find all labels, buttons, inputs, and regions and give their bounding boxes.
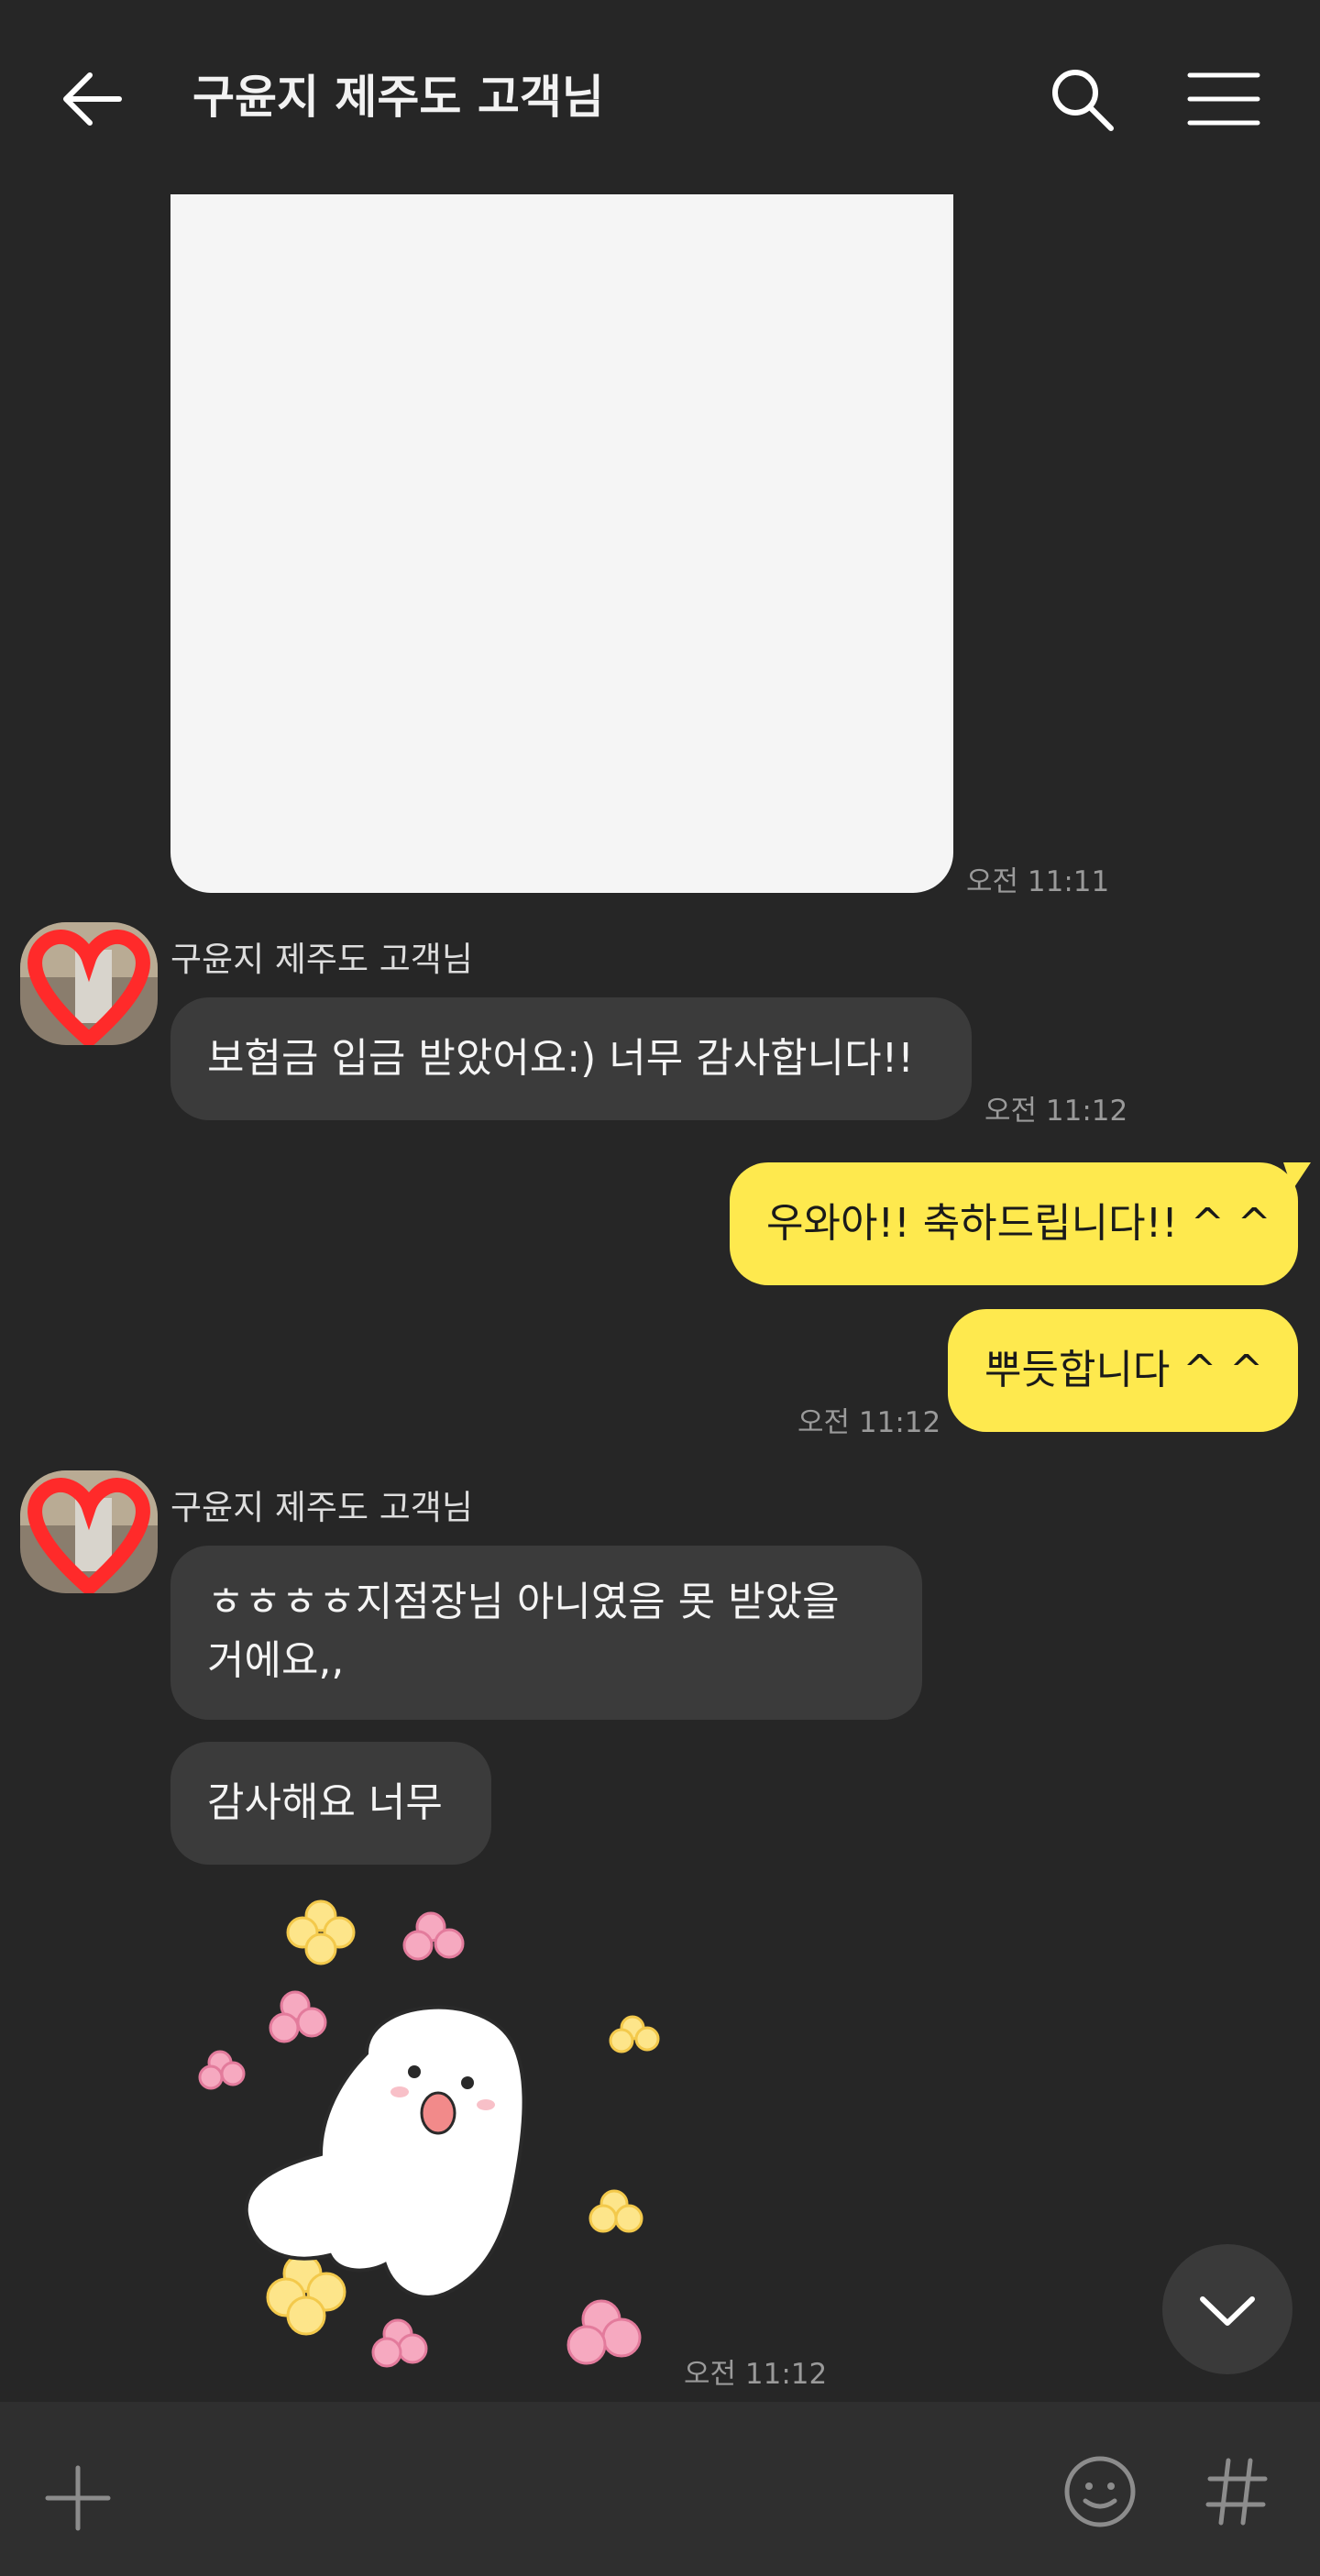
search-icon[interactable] bbox=[1045, 62, 1118, 136]
message-text: 우와아!! 축하드립니다!! ^ ^ bbox=[766, 1200, 1271, 1247]
chat-title: 구윤지 제주도 고객님 bbox=[192, 71, 604, 124]
scroll-to-bottom-button[interactable] bbox=[1162, 2244, 1292, 2374]
message-text-line: 거에요,, bbox=[207, 1637, 345, 1684]
message-time: 오전 11:11 bbox=[966, 865, 1110, 898]
shared-photo[interactable] bbox=[170, 194, 953, 893]
sender-name: 구윤지 제주도 고객님 bbox=[170, 940, 473, 979]
outgoing-message-bubble[interactable]: 우와아!! 축하드립니다!! ^ ^ bbox=[730, 1162, 1298, 1285]
message-text: 보험금 입금 받았어요:) 너무 감사합니다!! bbox=[207, 1035, 914, 1082]
plus-icon[interactable] bbox=[37, 2457, 119, 2539]
incoming-message-bubble[interactable]: 보험금 입금 받았어요:) 너무 감사합니다!! bbox=[170, 997, 972, 1120]
sender-name: 구윤지 제주도 고객님 bbox=[170, 1488, 473, 1527]
chevron-down-icon bbox=[1200, 2296, 1255, 2326]
message-text: 감사해요 너무 bbox=[207, 1779, 443, 1826]
back-arrow-icon[interactable] bbox=[55, 62, 128, 136]
bubble-tail bbox=[1283, 1162, 1311, 1190]
message-text: 뿌듯합니다 ^ ^ bbox=[984, 1347, 1264, 1393]
message-time: 오전 11:12 bbox=[684, 2358, 828, 2391]
message-time: 오전 11:12 bbox=[984, 1095, 1128, 1128]
outgoing-message-bubble[interactable]: 뿌듯합니다 ^ ^ bbox=[948, 1309, 1298, 1432]
avatar[interactable] bbox=[20, 922, 158, 1045]
hamburger-menu-icon[interactable] bbox=[1182, 62, 1265, 136]
avatar[interactable] bbox=[20, 1470, 158, 1593]
message-text-line: ㅎㅎㅎㅎ지점장님 아니였음 못 받았을 bbox=[207, 1579, 840, 1625]
sticker-image[interactable] bbox=[183, 1888, 697, 2383]
message-time: 오전 11:12 bbox=[798, 1406, 941, 1439]
hashtag-icon[interactable] bbox=[1203, 2453, 1272, 2530]
incoming-message-bubble[interactable]: 감사해요 너무 bbox=[170, 1742, 491, 1865]
incoming-message-bubble[interactable]: ㅎㅎㅎㅎ지점장님 아니였음 못 받았을 거에요,, bbox=[170, 1546, 922, 1720]
emoji-icon[interactable] bbox=[1062, 2453, 1138, 2530]
